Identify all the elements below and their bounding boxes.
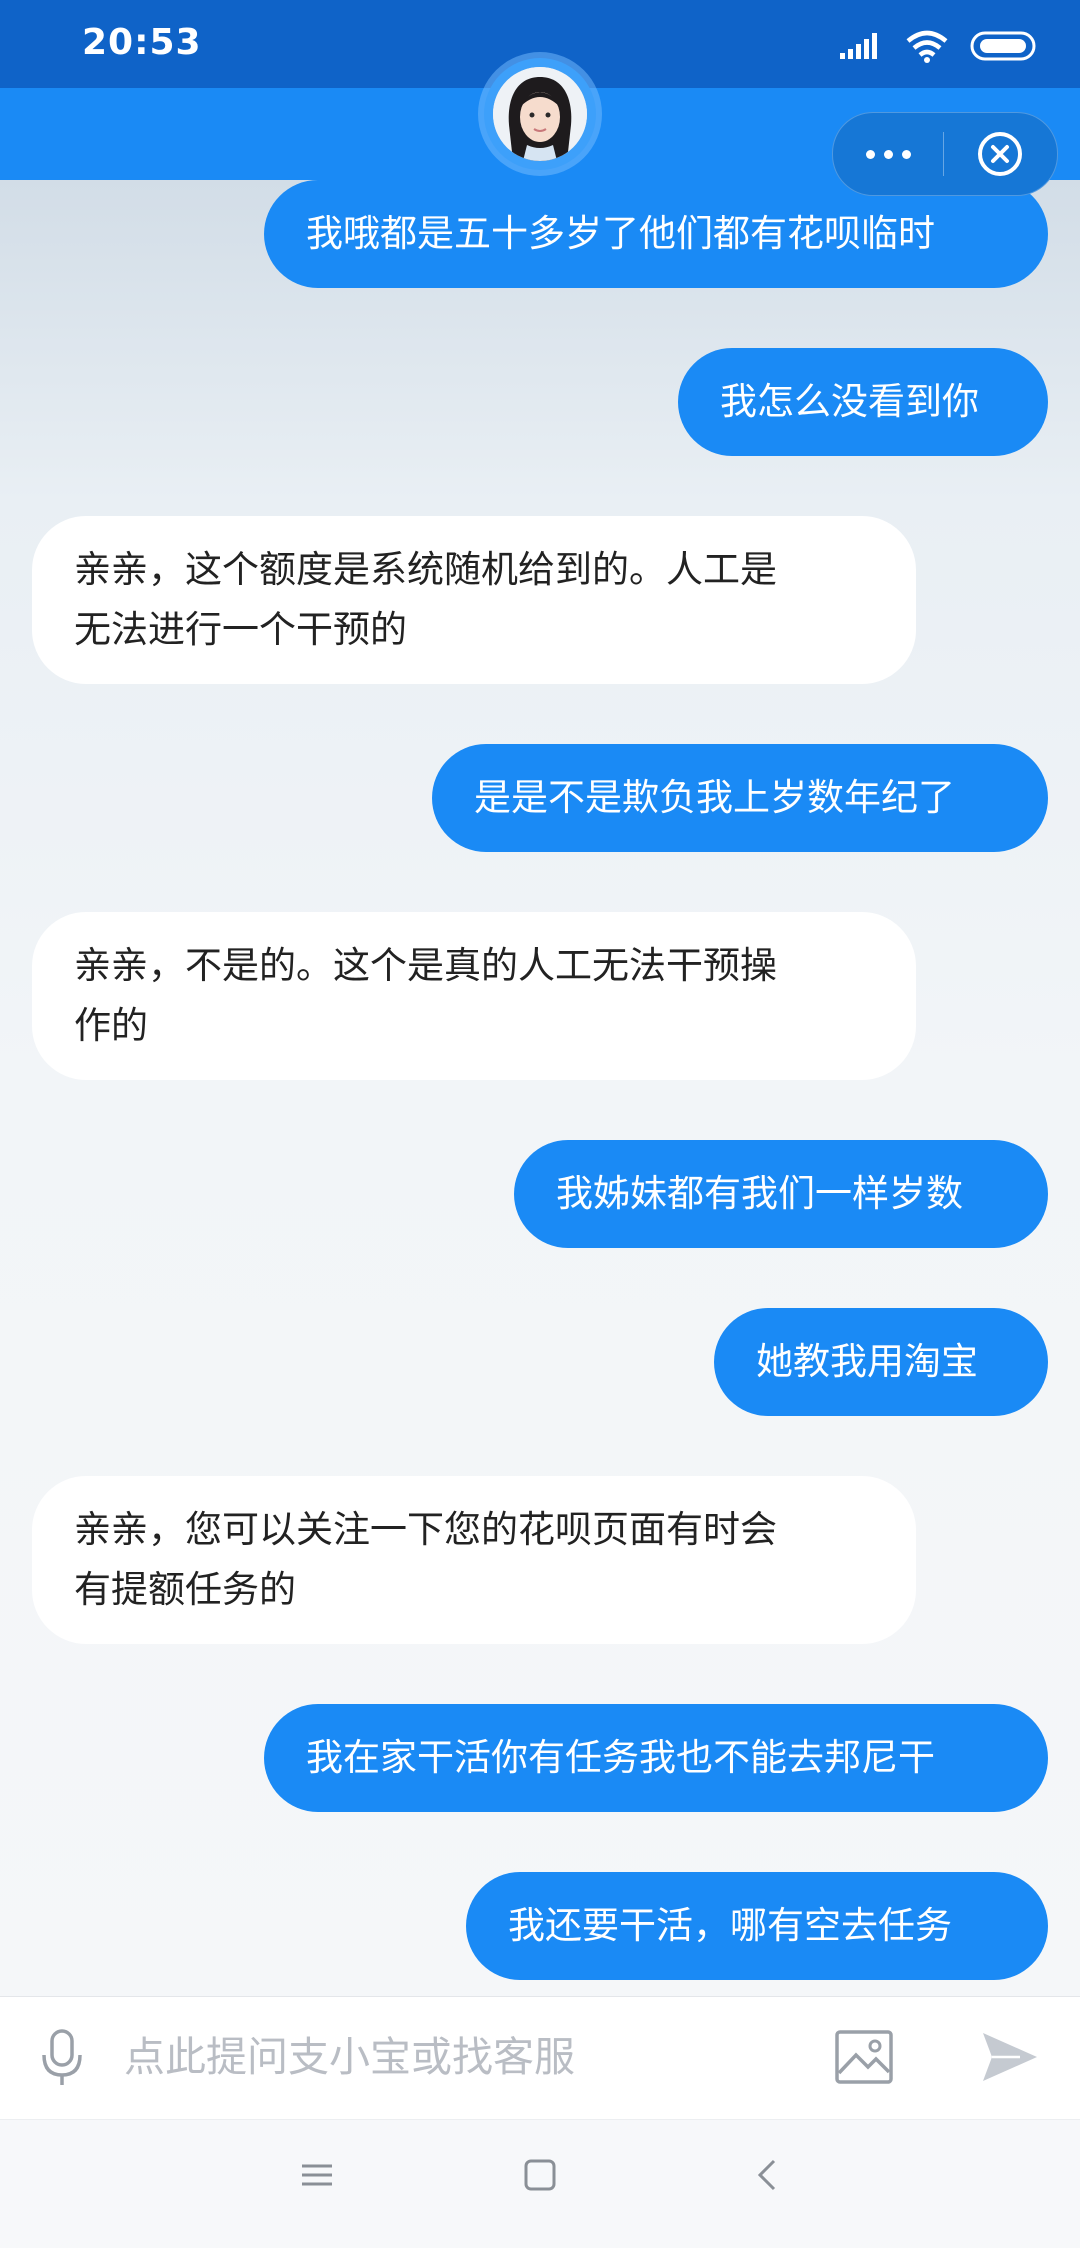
avatar-image [493,67,587,161]
assistant-avatar[interactable] [484,58,596,170]
menu-button[interactable] [300,2158,334,2196]
microphone-icon [42,2029,82,2085]
more-button[interactable] [833,113,943,195]
battery-icon [970,31,1036,61]
message-outgoing[interactable]: 我怎么没看到你 [678,348,1048,456]
status-icons [840,26,1040,66]
voice-button[interactable] [38,2027,86,2093]
signal-icon [840,33,877,59]
message-outgoing[interactable]: 我姊妹都有我们一样岁数 [514,1140,1048,1248]
close-button[interactable] [944,113,1056,195]
question-input[interactable] [124,2029,764,2085]
message-outgoing[interactable]: 她教我用淘宝 [714,1308,1048,1416]
input-bar [0,1996,1080,2120]
send-icon [983,2033,1037,2081]
message-incoming[interactable]: 亲亲，您可以关注一下您的花呗页面有时会 有提额任务的 [32,1476,916,1644]
image-icon [835,2030,893,2084]
home-button[interactable] [523,2158,557,2196]
assistant-avatar-icon [493,67,587,161]
message-outgoing[interactable]: 我在家干活你有任务我也不能去邦尼干 [264,1704,1048,1812]
back-icon [757,2159,776,2191]
mini-program-capsule [832,112,1058,196]
wifi-icon [906,30,948,63]
send-button[interactable] [980,2029,1040,2089]
image-button[interactable] [834,2029,894,2089]
message-outgoing[interactable]: 我还要干活，哪有空去任务 [466,1872,1048,1980]
back-button[interactable] [752,2158,786,2196]
chat-area[interactable]: 我哦都是五十多岁了他们都有花呗临时 我怎么没看到你 亲亲，这个额度是系统随机给到… [0,180,1080,1996]
close-icon [978,132,1022,176]
system-nav-bar [0,2120,1080,2248]
more-icon [865,149,875,159]
message-outgoing[interactable]: 是是不是欺负我上岁数年纪了 [432,744,1048,852]
message-incoming[interactable]: 亲亲，不是的。这个是真的人工无法干预操 作的 [32,912,916,1080]
home-icon [524,2159,556,2191]
menu-icon [302,2164,332,2186]
message-outgoing[interactable]: 我哦都是五十多岁了他们都有花呗临时 [264,180,1048,288]
message-incoming[interactable]: 亲亲，这个额度是系统随机给到的。人工是 无法进行一个干预的 [32,516,916,684]
status-time: 20:53 [82,22,202,63]
